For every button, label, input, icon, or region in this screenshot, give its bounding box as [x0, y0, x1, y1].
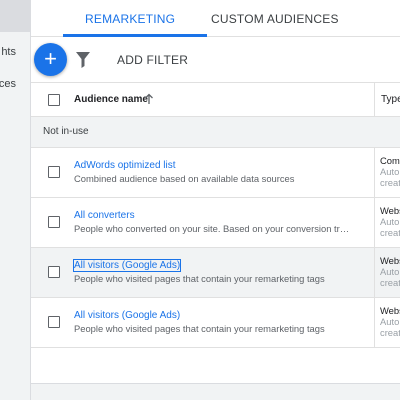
left-sidebar: hts ces [0, 0, 31, 400]
row-checkbox[interactable] [48, 266, 60, 278]
audience-description: People who visited pages that contain yo… [74, 273, 325, 284]
sidebar-selected-item[interactable] [0, 0, 30, 32]
audience-description: Combined audience based on available dat… [74, 173, 295, 184]
select-all-checkbox[interactable] [48, 94, 60, 106]
audience-type-detail: creat [380, 277, 400, 288]
tab-remarketing[interactable]: REMARKETING [85, 12, 175, 26]
row-checkbox[interactable] [48, 316, 60, 328]
audience-type-detail: creat [380, 177, 400, 188]
audience-name-link[interactable]: All visitors (Google Ads) [74, 310, 180, 321]
filter-icon[interactable] [76, 52, 90, 68]
table-row-selected[interactable]: All visitors (Google Ads) People who vis… [31, 248, 400, 298]
audience-manager-page: hts ces REMARKETING CUSTOM AUDIENCES + A… [0, 0, 400, 400]
column-divider [374, 148, 375, 198]
table-row[interactable]: AdWords optimized list Combined audience… [31, 148, 400, 198]
audience-name-link[interactable]: AdWords optimized list [74, 160, 176, 171]
column-divider [374, 198, 375, 248]
audience-type: Webs [380, 205, 400, 216]
column-divider [374, 248, 375, 298]
audience-type-detail: Auto [380, 216, 400, 227]
audience-type-detail: Auto [380, 266, 400, 277]
add-filter-button[interactable]: ADD FILTER [117, 53, 188, 67]
audience-name-link[interactable]: All converters [74, 210, 135, 221]
audience-type-detail: creat [380, 227, 400, 238]
sidebar-item-insights-label[interactable]: hts [1, 46, 16, 58]
table-footer [31, 383, 400, 400]
audience-description: People who visited pages that contain yo… [74, 323, 325, 334]
group-header-not-in-use: Not in-use [31, 117, 400, 148]
sidebar-item-audiences-label[interactable]: ces [0, 78, 16, 90]
audience-type-detail: Auto [380, 166, 400, 177]
row-checkbox[interactable] [48, 166, 60, 178]
column-header-type[interactable]: Type [381, 94, 400, 105]
audience-type: Webs [380, 255, 400, 266]
audience-description: People who converted on your site. Based… [74, 223, 352, 234]
table-header-row: Audience name Type [31, 82, 400, 118]
row-checkbox[interactable] [48, 216, 60, 228]
sort-ascending-icon[interactable] [144, 93, 154, 105]
main-panel: REMARKETING CUSTOM AUDIENCES + ADD FILTE… [31, 0, 400, 400]
audience-name-link[interactable]: All visitors (Google Ads) [72, 259, 182, 272]
column-divider [374, 83, 375, 118]
active-tab-indicator [63, 34, 207, 37]
column-divider [374, 298, 375, 348]
tab-custom-audiences[interactable]: CUSTOM AUDIENCES [211, 12, 339, 26]
group-label: Not in-use [43, 126, 89, 137]
audience-type: Webs [380, 305, 400, 316]
audience-type: Com [380, 155, 400, 166]
add-audience-button[interactable]: + [34, 43, 67, 76]
tab-bar: REMARKETING CUSTOM AUDIENCES [31, 0, 400, 37]
audience-type-detail: Auto [380, 316, 400, 327]
table-row[interactable]: All converters People who converted on y… [31, 198, 400, 248]
audience-type-detail: creat [380, 327, 400, 338]
column-header-audience-name[interactable]: Audience name [74, 94, 148, 105]
table-row[interactable]: All visitors (Google Ads) People who vis… [31, 298, 400, 348]
